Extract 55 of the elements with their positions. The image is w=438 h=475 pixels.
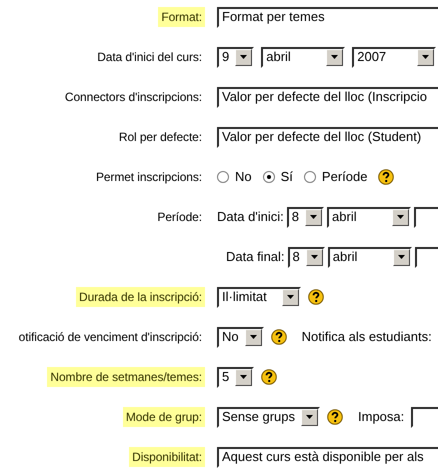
caret-icon xyxy=(331,55,338,59)
radio-label[interactable]: Període xyxy=(322,167,368,187)
radio-button[interactable] xyxy=(217,171,229,183)
field-label: Mode de grup: xyxy=(122,407,205,427)
dropdown[interactable]: 9 xyxy=(217,46,254,68)
radio-label[interactable]: No xyxy=(235,167,252,187)
dropdown[interactable]: 2007 xyxy=(352,46,436,68)
help-icon xyxy=(308,289,324,305)
dropdown[interactable]: Valor per defecte del lloc (Student) xyxy=(217,126,438,148)
dropdown[interactable]: abril xyxy=(327,206,412,228)
dropdown[interactable] xyxy=(414,206,438,228)
field-label: Data final: xyxy=(226,248,285,266)
field-label: Durada de la inscripció: xyxy=(76,287,205,307)
dropdown[interactable] xyxy=(411,406,438,428)
radio-label[interactable]: Sí xyxy=(280,167,293,187)
dropdown[interactable]: Sense grups xyxy=(217,406,320,428)
caret-icon xyxy=(310,255,318,259)
field-label: Notifica als estudiants: xyxy=(302,328,432,346)
field-label: Rol per defecte: xyxy=(118,129,203,146)
caret-icon xyxy=(310,215,318,219)
dropdown[interactable]: 5 xyxy=(217,366,254,388)
caret-icon xyxy=(250,335,257,339)
caret-icon xyxy=(422,55,430,59)
dropdown[interactable]: 8 xyxy=(288,246,325,268)
radio-button[interactable] xyxy=(262,171,275,183)
help-icon xyxy=(261,369,278,385)
caret-icon xyxy=(306,415,313,419)
help-icon xyxy=(270,329,287,345)
caret-icon xyxy=(398,255,405,259)
dropdown[interactable]: 8 xyxy=(286,206,324,228)
caret-icon xyxy=(240,375,248,379)
dropdown[interactable]: Format per temes xyxy=(217,6,438,28)
field-label: Permet inscripcions: xyxy=(94,169,203,186)
field-label: Data d'inici: xyxy=(217,208,284,226)
field-label: Format: xyxy=(158,7,205,27)
field-label: Imposa: xyxy=(358,408,404,426)
field-label: Connectors d'inscripcions: xyxy=(64,89,203,106)
dropdown[interactable]: Valor per defecte del lloc (Inscripcio xyxy=(217,86,438,108)
help-icon xyxy=(378,169,394,185)
field-label: Nombre de setmanes/temes: xyxy=(47,367,205,387)
caret-icon xyxy=(240,55,248,59)
dropdown[interactable]: Il·limitat xyxy=(217,286,301,308)
dropdown[interactable]: No xyxy=(217,326,264,348)
field-label: otificació de venciment d'inscripció: xyxy=(18,329,203,346)
caret-icon xyxy=(397,215,404,219)
field-label: Disponibilitat: xyxy=(129,447,205,467)
field-label: Període: xyxy=(156,209,203,226)
help-icon xyxy=(327,409,343,425)
dropdown[interactable] xyxy=(414,246,438,268)
dropdown[interactable]: Aquest curs està disponible per als xyxy=(217,446,438,468)
radio-button[interactable] xyxy=(304,171,316,183)
dropdown[interactable]: abril xyxy=(328,246,412,268)
dropdown[interactable]: abril xyxy=(261,46,346,68)
caret-icon xyxy=(287,295,294,299)
field-label: Data d'inici del curs: xyxy=(96,49,203,66)
